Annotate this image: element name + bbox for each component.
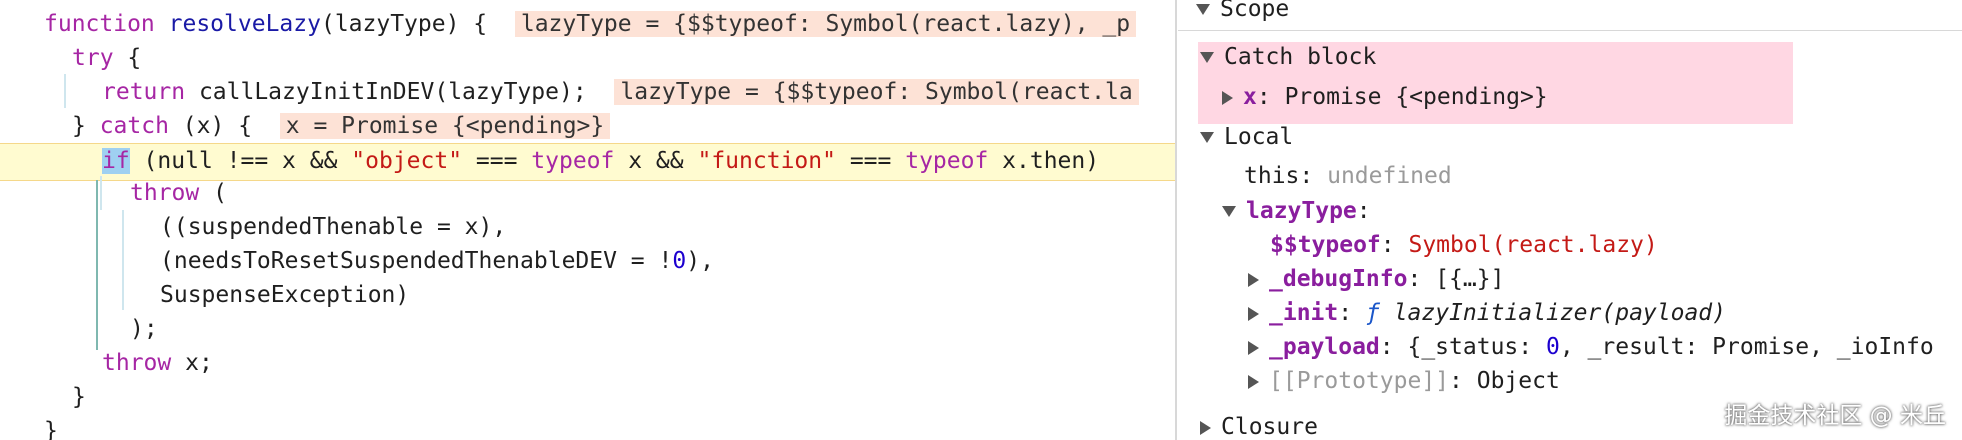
function-icon: ƒ: [1365, 300, 1380, 326]
scope-payload[interactable]: _payload: {_status: 0, _result: Promise,…: [1248, 330, 1934, 364]
scope-debuginfo[interactable]: _debugInfo: [{…}]: [1248, 262, 1504, 296]
code-line-12: }: [72, 384, 86, 410]
code-line-5-paused: if (null !== x && "object" === typeof x …: [102, 148, 1100, 174]
inline-value-x: x = Promise {<pending>}: [279, 113, 611, 139]
watermark: 掘金技术社区 @ 米丘: [1724, 403, 1946, 429]
scope-prototype[interactable]: [[Prototype]]: Object: [1248, 364, 1560, 398]
pane-divider[interactable]: [1175, 0, 1177, 440]
collapse-triangle-icon: [1200, 420, 1211, 435]
scope-typeof[interactable]: $$typeof: Symbol(react.lazy): [1270, 228, 1658, 262]
scope-catch-x[interactable]: x: Promise {<pending>}: [1222, 80, 1548, 114]
collapse-triangle-icon: [1248, 374, 1259, 389]
code-line-8: (needsToResetSuspendedThenableDEV = !0),: [160, 248, 714, 274]
indent-guide-active: [96, 180, 98, 350]
scope-section-header[interactable]: Scope: [1196, 0, 1289, 26]
expand-triangle-icon: [1222, 206, 1236, 217]
code-line-11: throw x;: [102, 350, 213, 376]
source-code-pane: function resolveLazy(lazyType) { lazyTyp…: [0, 0, 1175, 440]
inline-value-lazytype-2: lazyType = {$$typeof: Symbol(react.la: [614, 79, 1139, 105]
indent-guide: [100, 176, 102, 210]
code-line-1: function resolveLazy(lazyType) { lazyTyp…: [44, 7, 1137, 41]
code-line-13: }: [44, 418, 58, 440]
code-line-2: try {: [72, 45, 142, 71]
scope-init[interactable]: _init: ƒ lazyInitializer(payload): [1248, 296, 1726, 330]
expand-triangle-icon: [1200, 52, 1214, 63]
scope-this[interactable]: this: undefined: [1244, 159, 1452, 193]
collapse-triangle-icon: [1222, 90, 1233, 105]
indent-guide: [122, 210, 124, 310]
code-line-6: throw (: [130, 180, 227, 206]
code-line-10: );: [130, 316, 158, 342]
expand-triangle-icon: [1200, 132, 1214, 143]
code-line-3: return callLazyInitInDEV(lazyType); lazy…: [102, 75, 1139, 109]
collapse-triangle-icon: [1248, 340, 1259, 355]
collapse-triangle-icon: [1248, 272, 1259, 287]
scope-header-bar: [1178, 0, 1962, 31]
inline-value-lazytype: lazyType = {$$typeof: Symbol(react.lazy)…: [514, 11, 1137, 37]
scope-lazytype[interactable]: lazyType:: [1222, 194, 1371, 228]
scope-pane: Scope Catch block x: Promise {<pending>}…: [1178, 0, 1962, 440]
code-line-9: SuspenseException): [160, 282, 410, 308]
indent-guide: [64, 74, 66, 108]
code-line-4: } catch (x) { x = Promise {<pending>}: [72, 109, 611, 143]
expand-triangle-icon: [1196, 4, 1210, 15]
code-line-7: ((suspendedThenable = x),: [160, 214, 507, 240]
scope-closure[interactable]: Closure: [1200, 410, 1318, 440]
scope-catch-block[interactable]: Catch block: [1200, 40, 1376, 74]
collapse-triangle-icon: [1248, 306, 1259, 321]
scope-local[interactable]: Local: [1200, 120, 1293, 154]
